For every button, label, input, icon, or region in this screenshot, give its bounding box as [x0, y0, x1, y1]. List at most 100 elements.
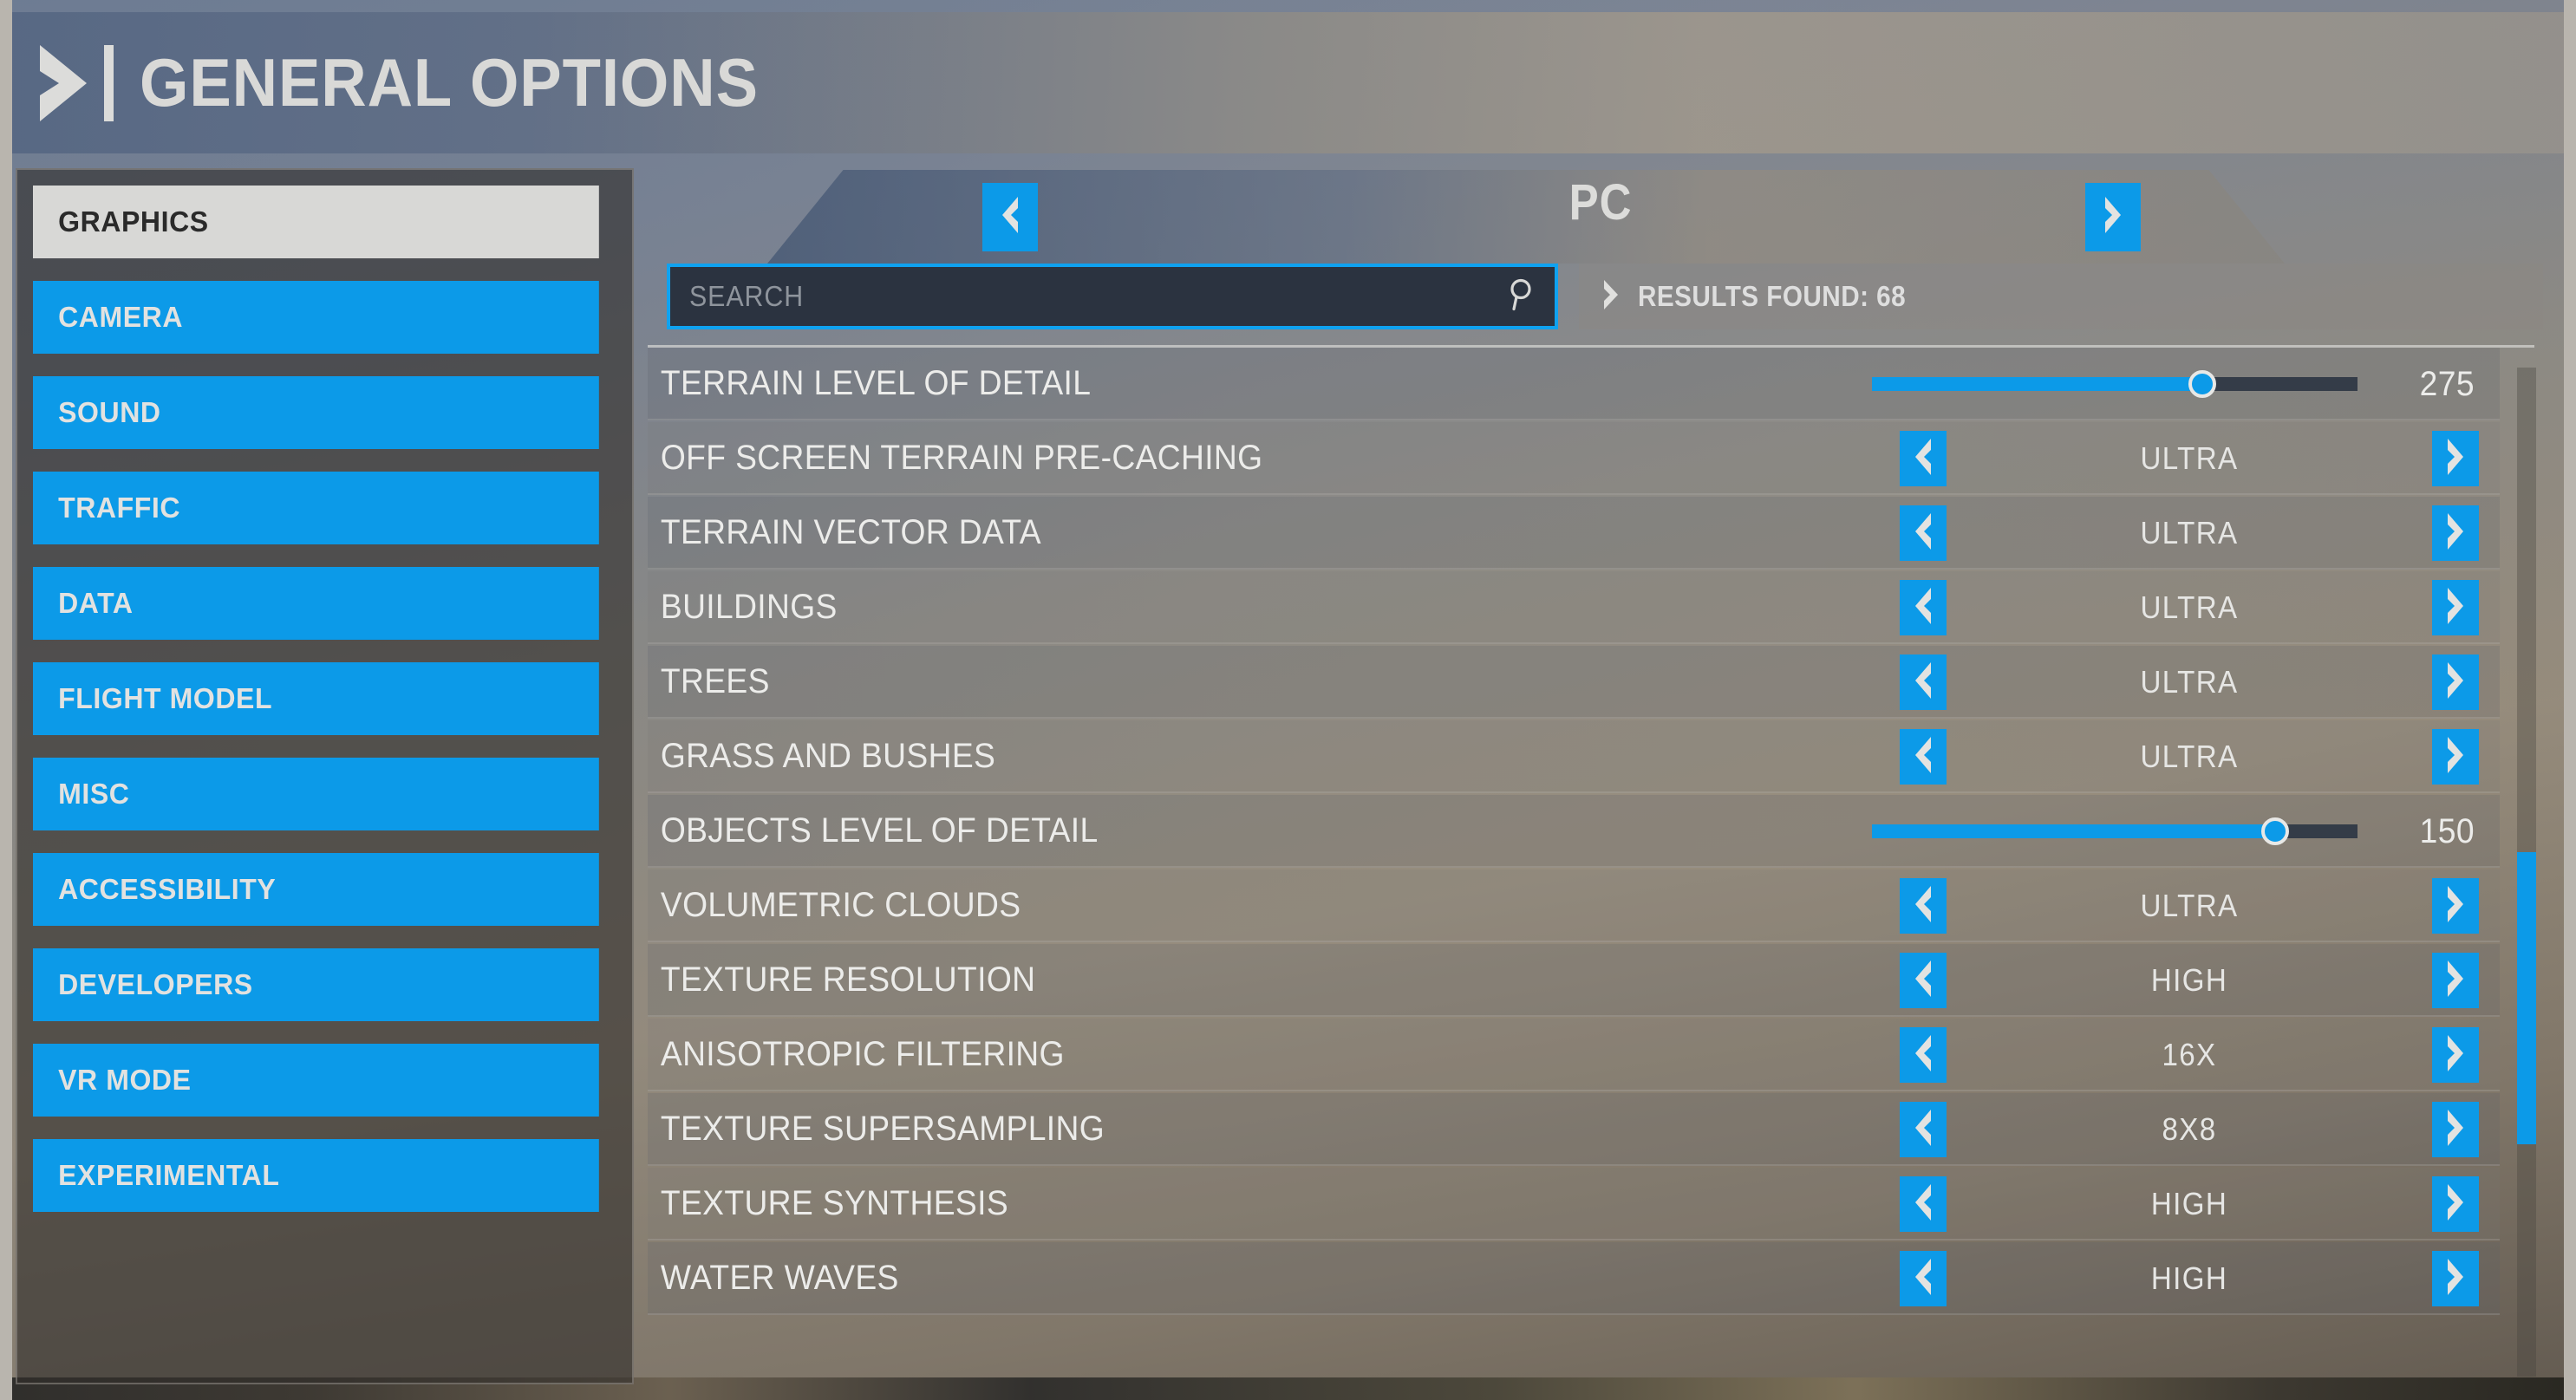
- search-row: SEARCH RESULTS FOUND: 68: [667, 264, 2543, 329]
- stepper-next-button[interactable]: [2432, 431, 2479, 486]
- slider-fill: [1872, 377, 2202, 391]
- scrollbar-thumb[interactable]: [2517, 851, 2536, 1145]
- setting-stepper: HIGH: [1900, 1251, 2479, 1306]
- sidebar-item-misc[interactable]: MISC: [33, 758, 599, 830]
- setting-row: ANISOTROPIC FILTERING 16X: [648, 1019, 2500, 1091]
- setting-stepper: ULTRA: [1900, 580, 2479, 635]
- setting-label: GRASS AND BUSHES: [660, 736, 996, 775]
- setting-stepper: 16X: [1900, 1027, 2479, 1083]
- stepper-next-button[interactable]: [2432, 1027, 2479, 1083]
- sidebar-item-data[interactable]: DATA: [33, 567, 599, 640]
- chevron-right-icon: [2444, 587, 2467, 629]
- chevron-left-icon: [1912, 512, 1934, 555]
- slider-track[interactable]: [1872, 370, 2358, 398]
- setting-label: TEXTURE SYNTHESIS: [660, 1183, 1009, 1222]
- stepper-value: ULTRA: [2140, 515, 2239, 550]
- setting-label: TEXTURE SUPERSAMPLING: [660, 1109, 1105, 1148]
- stepper-next-button[interactable]: [2432, 654, 2479, 710]
- setting-row: TEXTURE RESOLUTION HIGH: [648, 944, 2500, 1017]
- settings-scrollbar[interactable]: [2517, 368, 2536, 1377]
- chevron-right-icon: [2444, 885, 2467, 928]
- sidebar-item-label: SOUND: [58, 396, 161, 428]
- setting-row: WATER WAVES HIGH: [648, 1242, 2500, 1315]
- setting-label: ANISOTROPIC FILTERING: [660, 1034, 1065, 1073]
- stepper-prev-button[interactable]: [1900, 1176, 1947, 1232]
- setting-stepper: 8X8: [1900, 1102, 2479, 1157]
- search-icon[interactable]: [1506, 277, 1536, 316]
- setting-label: WATER WAVES: [660, 1258, 899, 1297]
- stepper-next-button[interactable]: [2432, 580, 2479, 635]
- search-placeholder: SEARCH: [689, 280, 805, 312]
- setting-row: OBJECTS LEVEL OF DETAIL 150: [648, 795, 2500, 868]
- stepper-value: 8X8: [2162, 1111, 2217, 1147]
- setting-stepper: ULTRA: [1900, 431, 2479, 486]
- stepper-prev-button[interactable]: [1900, 431, 1947, 486]
- stepper-next-button[interactable]: [2432, 1176, 2479, 1232]
- chevron-right-icon: [1601, 279, 1621, 315]
- stepper-prev-button[interactable]: [1900, 1102, 1947, 1157]
- setting-row: GRASS AND BUSHES ULTRA: [648, 720, 2500, 793]
- sidebar-item-sound[interactable]: SOUND: [33, 376, 599, 449]
- sidebar-item-accessibility[interactable]: ACCESSIBILITY: [33, 853, 599, 926]
- stepper-prev-button[interactable]: [1900, 580, 1947, 635]
- sidebar-item-developers[interactable]: DEVELOPERS: [33, 948, 599, 1021]
- profile-next-button[interactable]: [2085, 183, 2141, 251]
- stepper-value: ULTRA: [2140, 888, 2239, 923]
- sidebar-item-camera[interactable]: CAMERA: [33, 281, 599, 354]
- setting-stepper: ULTRA: [1900, 505, 2479, 561]
- sidebar-item-label: MISC: [58, 778, 130, 810]
- slider-handle[interactable]: [2188, 370, 2216, 398]
- setting-label: VOLUMETRIC CLOUDS: [660, 885, 1021, 924]
- stepper-value: HIGH: [2150, 1186, 2228, 1221]
- search-input[interactable]: SEARCH: [667, 264, 1558, 329]
- sidebar-item-vr-mode[interactable]: VR MODE: [33, 1044, 599, 1117]
- setting-row: TREES ULTRA: [648, 646, 2500, 719]
- sidebar-item-label: FLIGHT MODEL: [58, 682, 273, 714]
- page-title: GENERAL OPTIONS: [140, 44, 759, 120]
- sidebar-item-traffic[interactable]: TRAFFIC: [33, 472, 599, 544]
- stepper-prev-button[interactable]: [1900, 1251, 1947, 1306]
- options-panel: PC SEARCH RESULTS FOUND: 68 TERRAIN LEVE…: [637, 161, 2564, 1385]
- setting-slider[interactable]: 275: [1872, 365, 2479, 403]
- stepper-prev-button[interactable]: [1900, 505, 1947, 561]
- stepper-value: ULTRA: [2140, 664, 2239, 700]
- stepper-next-button[interactable]: [2432, 505, 2479, 561]
- sidebar-item-experimental[interactable]: EXPERIMENTAL: [33, 1139, 599, 1212]
- stepper-next-button[interactable]: [2432, 1102, 2479, 1157]
- chevron-right-icon: [36, 42, 90, 125]
- slider-fill: [1872, 824, 2275, 838]
- sidebar-item-graphics[interactable]: GRAPHICS: [33, 186, 599, 258]
- chevron-right-icon: [2444, 1109, 2467, 1151]
- sidebar-item-flight-model[interactable]: FLIGHT MODEL: [33, 662, 599, 735]
- profile-prev-button[interactable]: [982, 183, 1038, 251]
- stepper-prev-button[interactable]: [1900, 953, 1947, 1008]
- stepper-prev-button[interactable]: [1900, 1027, 1947, 1083]
- chevron-left-icon: [999, 196, 1021, 238]
- sidebar-item-label: GRAPHICS: [58, 205, 209, 238]
- setting-label: TREES: [660, 661, 770, 700]
- stepper-prev-button[interactable]: [1900, 654, 1947, 710]
- chevron-right-icon: [2444, 960, 2467, 1002]
- slider-value: 150: [2419, 811, 2475, 850]
- setting-label: TEXTURE RESOLUTION: [660, 960, 1036, 999]
- chevron-right-icon: [2444, 1258, 2467, 1300]
- results-found-text: RESULTS FOUND: 68: [1638, 280, 1907, 312]
- sidebar-item-label: TRAFFIC: [58, 492, 181, 524]
- chevron-left-icon: [1912, 661, 1934, 704]
- stepper-prev-button[interactable]: [1900, 878, 1947, 934]
- chevron-right-icon: [2444, 512, 2467, 555]
- setting-row: TEXTURE SUPERSAMPLING 8X8: [648, 1093, 2500, 1166]
- stepper-next-button[interactable]: [2432, 1251, 2479, 1306]
- setting-slider[interactable]: 150: [1872, 811, 2479, 850]
- stepper-next-button[interactable]: [2432, 878, 2479, 934]
- slider-track[interactable]: [1872, 817, 2358, 845]
- setting-label: OFF SCREEN TERRAIN PRE-CACHING: [660, 438, 1263, 477]
- slider-handle[interactable]: [2260, 817, 2289, 845]
- stepper-value: HIGH: [2150, 1260, 2228, 1296]
- stepper-next-button[interactable]: [2432, 953, 2479, 1008]
- stepper-next-button[interactable]: [2432, 729, 2479, 785]
- stepper-prev-button[interactable]: [1900, 729, 1947, 785]
- chevron-left-icon: [1912, 736, 1934, 778]
- chevron-left-icon: [1912, 587, 1934, 629]
- chevron-left-icon: [1912, 438, 1934, 480]
